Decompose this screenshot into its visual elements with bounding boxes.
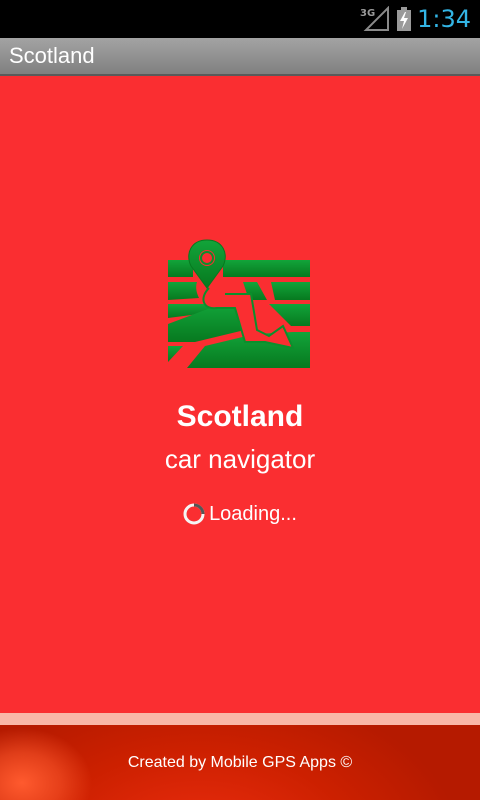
status-bar: 3G 1:34 [0, 0, 480, 38]
signal-icon: 3G [360, 6, 389, 31]
page-title: Scotland [9, 43, 95, 68]
network-type-label: 3G [360, 8, 375, 19]
loading-text: Loading... [209, 502, 297, 525]
app-name: Scotland [176, 400, 304, 433]
loading-indicator: Loading... [0, 500, 480, 528]
loading-spinner-icon [183, 503, 205, 525]
battery-charging-icon [397, 7, 411, 31]
splash-screen: 3G 1:34 Scotland Scotland car navigator … [0, 0, 480, 800]
footer-divider [0, 713, 480, 725]
status-clock: 1:34 [417, 5, 471, 33]
map-navigation-icon [168, 239, 310, 368]
title-bar: Scotland [0, 38, 480, 76]
credit-text: Created by Mobile GPS Apps © [127, 754, 353, 771]
app-subtitle: car navigator [164, 444, 316, 474]
footer-banner: Created by Mobile GPS Apps © [0, 725, 480, 800]
